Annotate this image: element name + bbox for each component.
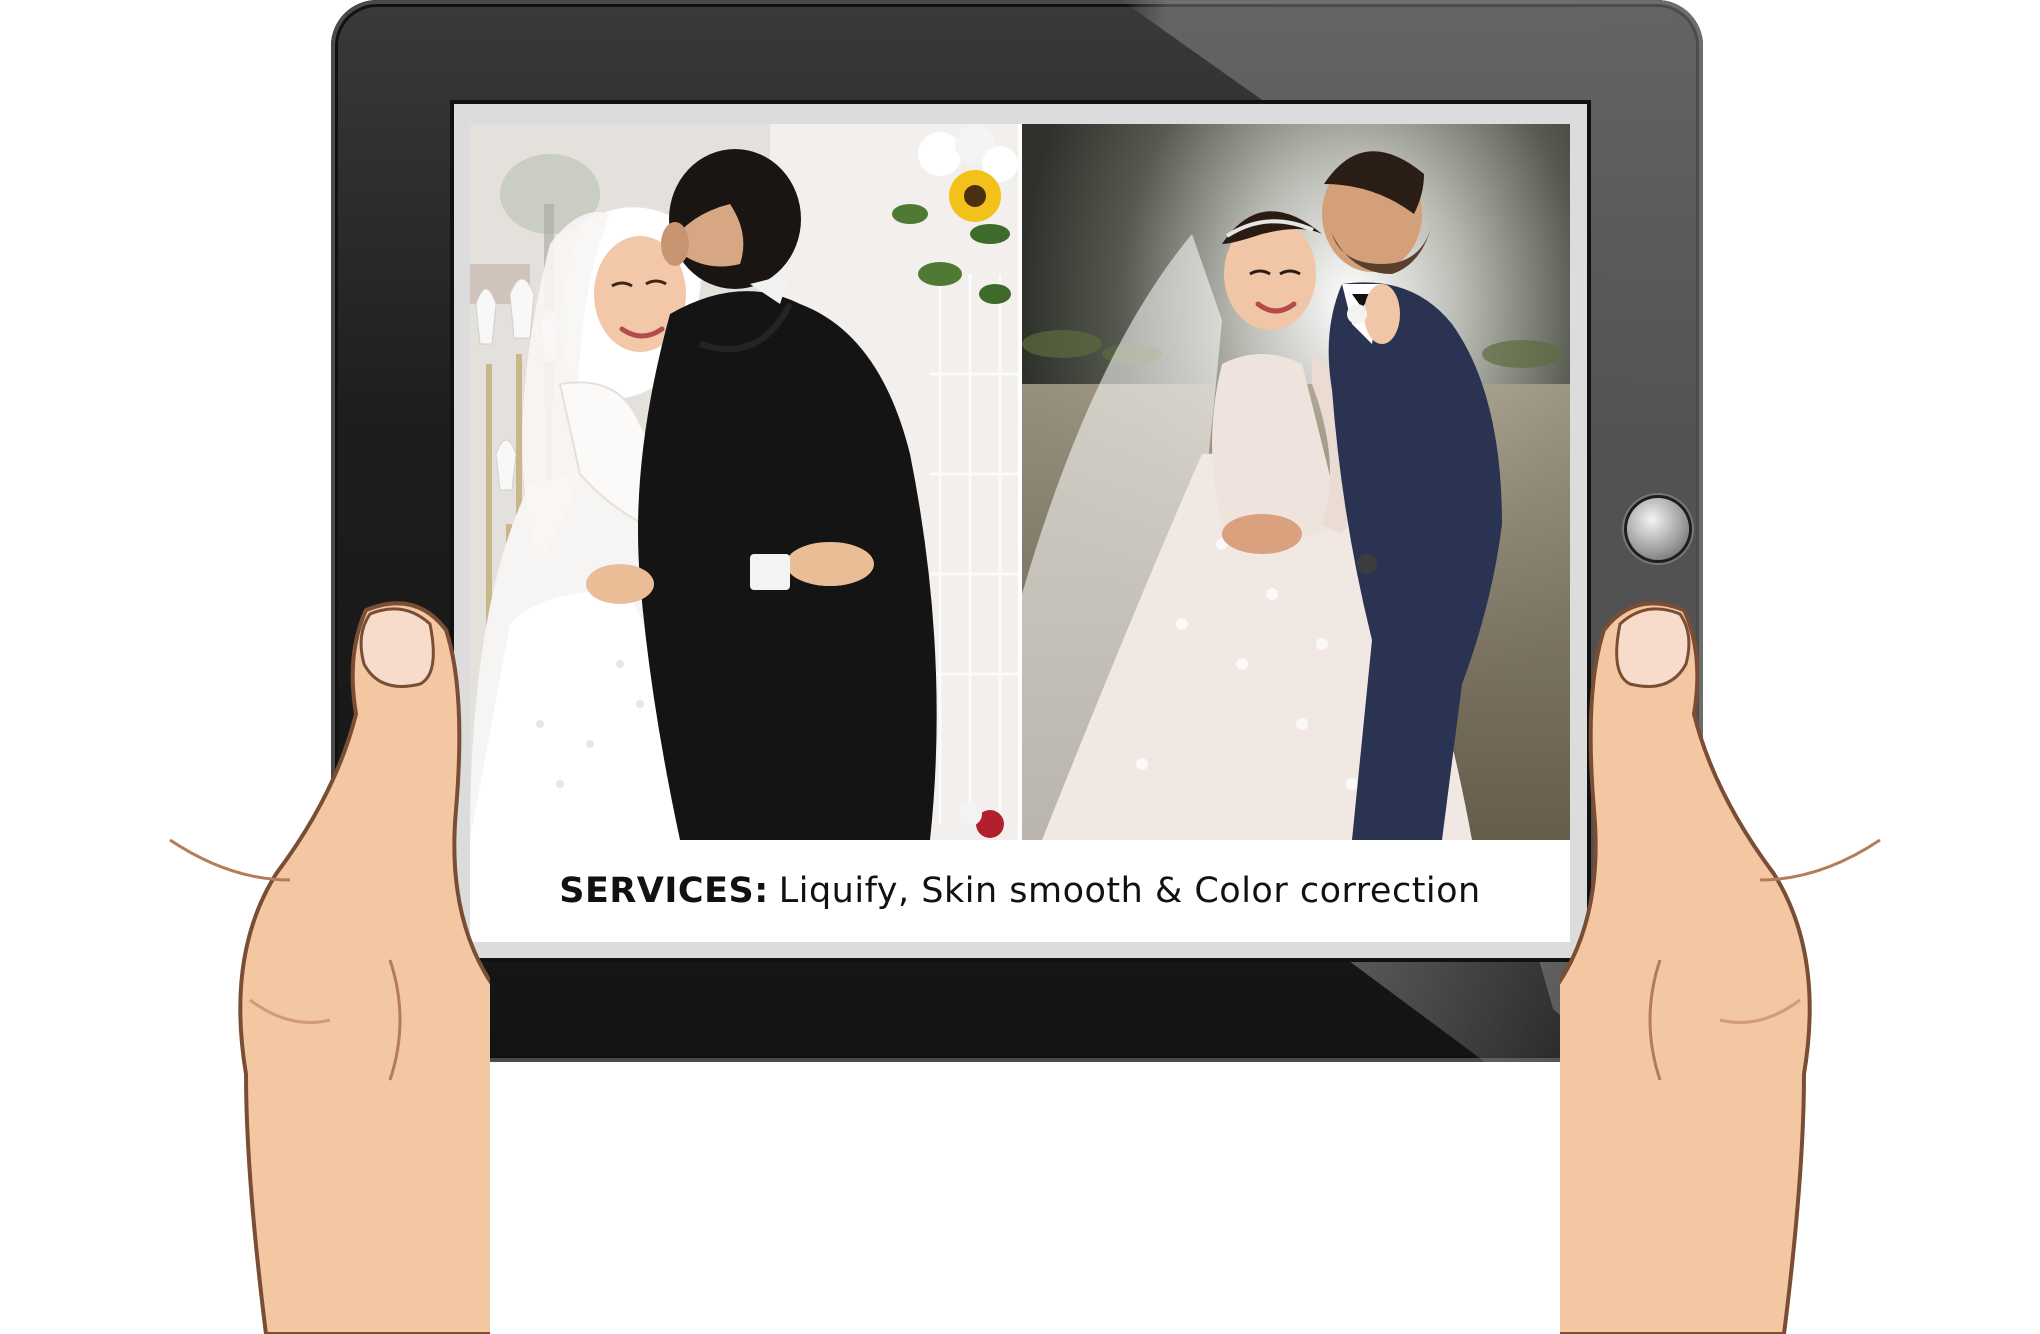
- scene: SERVICES: Liquify, Skin smooth & Color co…: [0, 0, 2040, 1334]
- caption-text: Liquify, Skin smooth & Color correction: [778, 871, 1481, 911]
- home-button-icon[interactable]: [1627, 498, 1689, 560]
- tablet-glare-bottom: [1341, 955, 1581, 1062]
- left-hand: [169, 601, 490, 1334]
- caption-label: SERVICES: [559, 871, 755, 911]
- tablet-screen: SERVICES: Liquify, Skin smooth & Color co…: [470, 124, 1570, 942]
- right-hand: [1560, 601, 1881, 1334]
- before-photo: [470, 124, 1018, 840]
- wedding-couple-photo-left: [470, 124, 1018, 840]
- services-caption: SERVICES: Liquify, Skin smooth & Color co…: [470, 840, 1570, 942]
- caption-separator: :: [754, 871, 769, 911]
- wedding-couple-photo-right: [1022, 124, 1570, 840]
- after-photo: [1022, 124, 1570, 840]
